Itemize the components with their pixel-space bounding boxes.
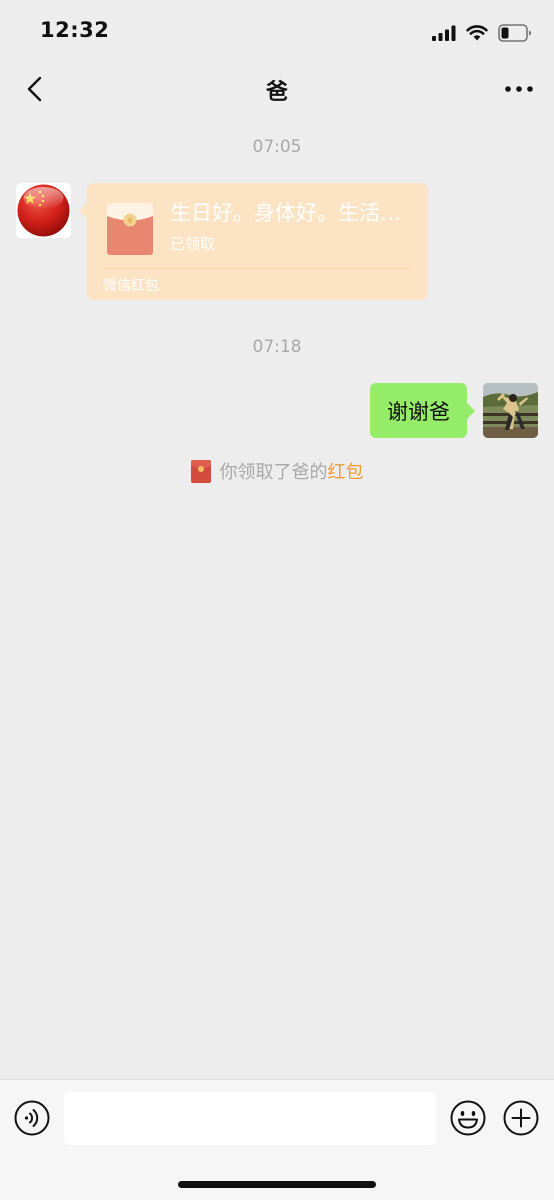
home-indicator bbox=[178, 1181, 376, 1188]
status-time: 12:32 bbox=[40, 18, 110, 42]
message-timestamp: 07:05 bbox=[252, 137, 302, 157]
red-packet-message[interactable]: ¥ 生日好。身体好。生活好。 已领取 微信红包 bbox=[79, 183, 428, 300]
svg-text:¥: ¥ bbox=[127, 217, 133, 227]
red-packet-greeting: 生日好。身体好。生活好。 bbox=[170, 201, 418, 225]
red-packet-footer: 微信红包 bbox=[103, 278, 159, 294]
status-icons bbox=[432, 21, 532, 45]
system-notification: 你领取了爸的红包 bbox=[0, 458, 554, 484]
red-packet-small-icon bbox=[190, 459, 211, 483]
contact-avatar[interactable] bbox=[16, 183, 71, 238]
emoji-icon[interactable] bbox=[450, 1100, 486, 1136]
input-bar bbox=[0, 1079, 554, 1200]
wifi-icon bbox=[466, 25, 488, 41]
chat-title: 爸 bbox=[265, 80, 288, 105]
red-packet-link[interactable]: 红包 bbox=[328, 462, 364, 483]
user-avatar[interactable] bbox=[483, 383, 538, 438]
navigation-bar: 爸 bbox=[0, 66, 554, 112]
sent-message-bubble[interactable]: 谢谢爸 bbox=[370, 383, 475, 438]
plus-icon[interactable] bbox=[503, 1100, 539, 1136]
red-packet-status: 已领取 bbox=[170, 235, 216, 253]
more-dots-icon[interactable] bbox=[502, 75, 536, 103]
cellular-signal-icon bbox=[432, 25, 456, 41]
voice-icon[interactable] bbox=[14, 1100, 50, 1136]
status-bar: 12:32 bbox=[0, 0, 554, 66]
battery-icon bbox=[498, 24, 531, 42]
red-packet-divider bbox=[101, 268, 410, 269]
system-note-text: 你领取了爸的 bbox=[219, 462, 328, 483]
message-timestamp: 07:18 bbox=[252, 337, 302, 357]
red-envelope-icon: ¥ bbox=[107, 203, 153, 255]
chat-screen: 12:32 爸 07:05 ¥ 生日好。身体好。生活好。 已领取 微信红包 07… bbox=[0, 0, 554, 1200]
message-input[interactable] bbox=[64, 1092, 436, 1145]
sent-message-text: 谢谢爸 bbox=[387, 399, 450, 424]
